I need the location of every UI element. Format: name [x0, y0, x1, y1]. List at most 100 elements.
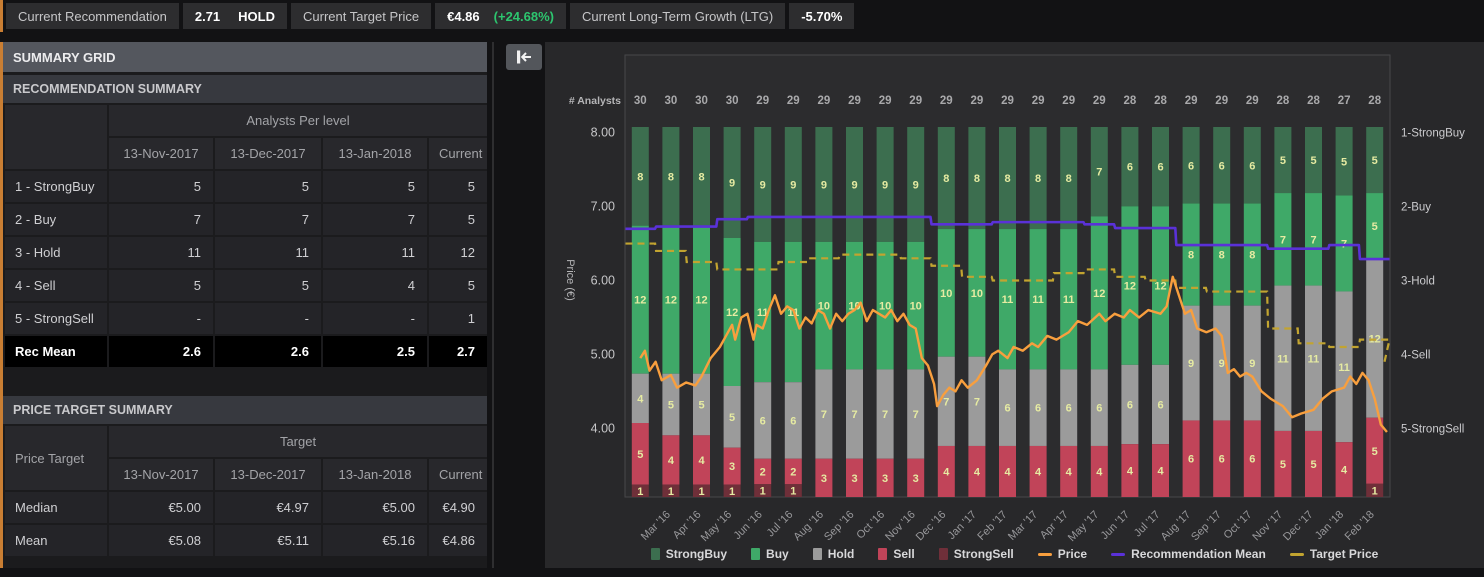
bar-segment-count: 8	[1066, 173, 1072, 185]
analysts-count: 29	[1062, 95, 1075, 107]
ltg-value-cell: -5.70%	[789, 3, 855, 29]
bar-segment-count: 3	[821, 473, 827, 485]
analysts-count: 29	[1093, 95, 1106, 107]
collapse-panel-button[interactable]	[506, 44, 542, 70]
y-axis-tick: 4.00	[591, 421, 615, 435]
bar-segment-count: 12	[695, 295, 707, 307]
row-label: 2 - Buy	[5, 204, 107, 235]
bar-segment-count: 6	[1249, 454, 1255, 466]
current-recommendation-text: HOLD	[238, 8, 276, 24]
bar-segment-count: 12	[634, 295, 646, 307]
x-axis-month-label: Jun '16	[731, 509, 764, 542]
x-axis-month-label: Feb '17	[975, 509, 1009, 542]
row-value: €5.16	[323, 525, 427, 556]
bar-segment-count: 5	[729, 412, 735, 424]
bar-segment-count: 5	[1372, 155, 1378, 167]
bar-segment-count: 10	[971, 288, 983, 300]
bar-segment-count: 8	[1004, 173, 1010, 185]
right-axis-label: 4-Sell	[1401, 349, 1430, 361]
row-label: 1 - StrongBuy	[5, 171, 107, 202]
analyst-recommendation-screen: Current Recommendation 2.71 HOLD Current…	[0, 0, 1484, 577]
row-value: 5	[429, 204, 488, 235]
bar-segment-count: 6	[1219, 454, 1225, 466]
bar-segment-count: 8	[974, 173, 980, 185]
bar-segment-count: 6	[1219, 160, 1225, 172]
row-value: 5	[429, 270, 488, 301]
bar-segment-count: 4	[1127, 466, 1134, 478]
analysts-count: 29	[971, 95, 984, 107]
table-row: 4 - Sell 5 5 4 5	[5, 270, 488, 301]
ltg-value: -5.70%	[801, 8, 843, 24]
bar-segment-count: 9	[1249, 358, 1255, 370]
bar-segment-count: 4	[1004, 466, 1011, 478]
analysts-count: 30	[665, 95, 678, 107]
bar-segment-count: 6	[760, 415, 766, 427]
analysts-count: 29	[1185, 95, 1198, 107]
legend-item: Hold	[812, 547, 854, 561]
y-axis-label: Price (€)	[564, 259, 576, 301]
analysts-count: 29	[940, 95, 953, 107]
bar-segment-count: 5	[1341, 156, 1347, 168]
bar-segment-count: 1	[668, 486, 674, 498]
row-value: 2.5	[323, 336, 427, 367]
analysts-count: 29	[787, 95, 800, 107]
bar-segment-count: 7	[1310, 234, 1316, 246]
analysts-count: 29	[1032, 95, 1045, 107]
y-axis-tick: 8.00	[591, 126, 615, 140]
analysts-row-label: # Analysts	[569, 95, 621, 107]
legend-label: Buy	[766, 547, 789, 561]
row-value: 11	[109, 237, 213, 268]
column-header: Current	[429, 459, 488, 490]
bar-segment-count: 8	[668, 171, 674, 183]
row-value: 2.6	[109, 336, 213, 367]
analysts-count: 29	[1215, 95, 1228, 107]
x-axis-month-label: Nov '16	[883, 509, 918, 542]
row-value: 5	[429, 171, 488, 202]
bar-segment-count: 9	[913, 179, 919, 191]
column-header: 13-Nov-2017	[109, 138, 213, 169]
bar-segment-count: 12	[665, 295, 677, 307]
bar-segment-count: 6	[1249, 160, 1255, 172]
analysts-count: 29	[1246, 95, 1259, 107]
column-header: 13-Jan-2018	[323, 459, 427, 490]
row-value: €4.97	[215, 492, 321, 523]
bar-segment-count: 12	[1154, 281, 1166, 293]
legend-label: Target Price	[1309, 547, 1379, 561]
bar-segment-count: 8	[1035, 173, 1041, 185]
row-label: Median	[5, 492, 107, 523]
bar-segment-count: 7	[974, 396, 980, 408]
bar-segment-count: 6	[1188, 454, 1194, 466]
legend-swatch	[751, 548, 761, 560]
bar-segment-count: 8	[1219, 250, 1225, 262]
bar-segment-count: 6	[1004, 403, 1010, 415]
bar-segment-count: 9	[851, 179, 857, 191]
legend-item: Target Price	[1289, 547, 1379, 561]
bar-segment-count: 12	[1124, 281, 1136, 293]
bar-segment-count: 5	[1372, 446, 1378, 458]
row-value: €5.08	[109, 525, 213, 556]
bar-segment-count: 4	[1066, 466, 1073, 478]
analysts-count: 29	[818, 95, 831, 107]
legend-item: Buy	[751, 547, 789, 561]
right-axis-label: 5-StrongSell	[1401, 423, 1464, 435]
bar-segment-count: 5	[668, 400, 674, 412]
column-header: 13-Dec-2017	[215, 459, 321, 490]
bar-segment-count: 5	[1372, 221, 1378, 233]
bar-segment-count: 9	[821, 179, 827, 191]
table-row: Median €5.00 €4.97 €5.00 €4.90	[5, 492, 488, 523]
bar-segment-count: 6	[1035, 403, 1041, 415]
collapse-left-icon	[517, 50, 531, 64]
x-axis-month-label: Jan '18	[1313, 509, 1346, 542]
bar-segment-count: 8	[637, 171, 643, 183]
row-value: €5.00	[323, 492, 427, 523]
bar-segment-count: 8	[943, 173, 949, 185]
table-corner-cell: Price Target	[5, 426, 107, 490]
y-axis-tick: 6.00	[591, 274, 615, 288]
chart-legend: StrongBuy Buy Hold Sell StrongSell Price Recom…	[545, 547, 1484, 561]
legend-item: Sell	[878, 547, 915, 561]
recommendation-chart-panel: # Analysts 8.00 7.00 6.00 5.00 4.00 Price (€) 1…	[545, 42, 1484, 568]
ltg-label: Current Long-Term Growth (LTG)	[582, 8, 774, 24]
x-axis-month-label: Aug '16	[791, 509, 826, 542]
current-target-price-label: Current Target Price	[303, 8, 420, 24]
legend-swatch	[1289, 552, 1304, 556]
